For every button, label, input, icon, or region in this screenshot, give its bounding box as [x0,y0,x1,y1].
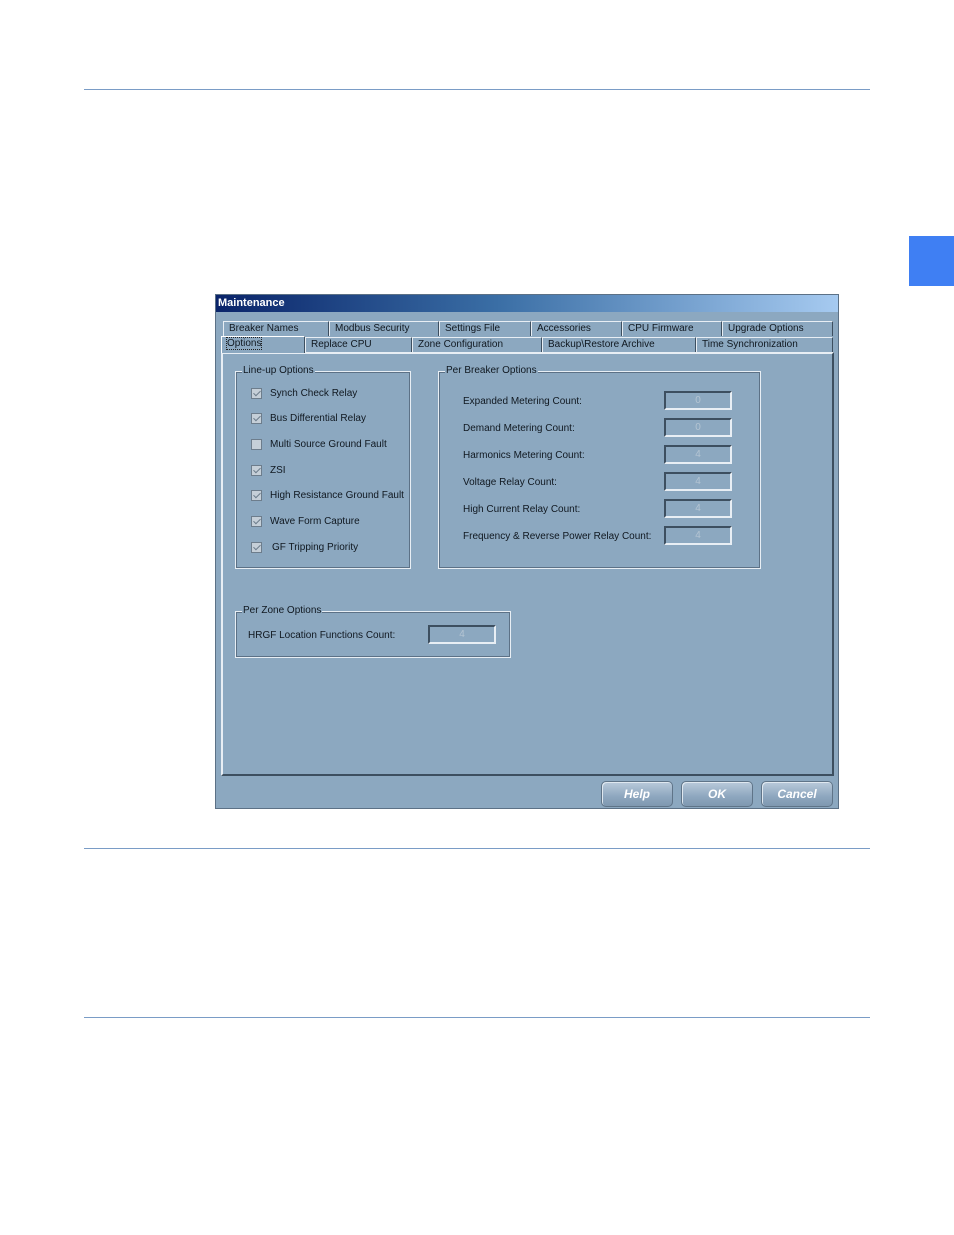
options-tab-panel: Line-up Options Synch Check Relay Bus Di… [221,352,834,776]
frequency-reverse-power-relay-count-field[interactable]: 4 [664,526,732,545]
per-breaker-options-group: Per Breaker Options Expanded Metering Co… [438,365,761,569]
tab-accessories[interactable]: Accessories [531,321,622,336]
bus-differential-relay-option[interactable]: Bus Differential Relay [251,411,366,425]
tab-options-label: Options [225,337,263,350]
harmonics-metering-count-label: Harmonics Metering Count: [463,450,585,461]
tab-modbus-security[interactable]: Modbus Security [329,321,439,336]
hrgf-location-functions-count-field[interactable]: 4 [428,625,496,644]
high-resistance-ground-fault-label: High Resistance Ground Fault [270,489,404,501]
harmonics-metering-count-field[interactable]: 4 [664,445,732,464]
tab-backup-restore-archive[interactable]: Backup\Restore Archive [542,337,696,352]
tab-cpu-firmware[interactable]: CPU Firmware [622,321,722,336]
expanded-metering-count-field[interactable]: 0 [664,391,732,410]
bottom-rule [84,1017,870,1018]
dialog-titlebar: Maintenance [216,295,838,312]
per-zone-options-group: Per Zone Options HRGF Location Functions… [235,605,511,658]
wave-form-capture-checkbox[interactable] [251,515,262,527]
middle-rule [84,848,870,849]
demand-metering-count-field[interactable]: 0 [664,418,732,437]
dialog-title: Maintenance [218,297,285,309]
multi-source-ground-fault-checkbox[interactable] [251,438,262,450]
frequency-reverse-power-relay-count-label: Frequency & Reverse Power Relay Count: [463,531,652,542]
tab-breaker-names[interactable]: Breaker Names [223,321,329,336]
tab-time-synchronization[interactable]: Time Synchronization [696,337,833,352]
zsi-label: ZSI [270,464,286,476]
high-current-relay-count-label: High Current Relay Count: [463,504,581,515]
wave-form-capture-option[interactable]: Wave Form Capture [251,514,360,528]
synch-check-relay-option[interactable]: Synch Check Relay [251,386,357,400]
zsi-checkbox[interactable] [251,464,262,476]
tab-replace-cpu[interactable]: Replace CPU [305,337,412,352]
help-button[interactable]: Help [601,781,673,807]
ok-button[interactable]: OK [681,781,753,807]
per-breaker-options-title: Per Breaker Options [445,365,538,377]
high-current-relay-count-field[interactable]: 4 [664,499,732,518]
hrgf-location-functions-count-label: HRGF Location Functions Count: [248,630,396,641]
tab-settings-file[interactable]: Settings File [439,321,531,336]
per-zone-options-title: Per Zone Options [242,605,323,617]
maintenance-dialog: Maintenance Breaker Names Modbus Securit… [215,294,839,809]
multi-source-ground-fault-option[interactable]: Multi Source Ground Fault [251,437,387,451]
tab-upgrade-options[interactable]: Upgrade Options [722,321,833,336]
synch-check-relay-label: Synch Check Relay [270,387,358,399]
high-resistance-ground-fault-checkbox[interactable] [251,489,262,501]
top-rule [84,89,870,90]
high-resistance-ground-fault-option[interactable]: High Resistance Ground Fault [251,488,404,502]
synch-check-relay-checkbox[interactable] [251,387,262,399]
zsi-option[interactable]: ZSI [251,463,286,477]
tab-options[interactable]: Options [221,336,305,353]
bus-differential-relay-label: Bus Differential Relay [270,412,366,424]
voltage-relay-count-label: Voltage Relay Count: [463,477,557,488]
cancel-button[interactable]: Cancel [761,781,833,807]
expanded-metering-count-label: Expanded Metering Count: [463,396,582,407]
tab-zone-configuration[interactable]: Zone Configuration [412,337,542,352]
gf-tripping-priority-label: GF Tripping Priority [272,541,359,553]
gf-tripping-priority-checkbox[interactable] [251,541,262,553]
demand-metering-count-label: Demand Metering Count: [463,423,575,434]
wave-form-capture-label: Wave Form Capture [270,515,360,527]
chapter-tab-marker [909,236,954,286]
multi-source-ground-fault-label: Multi Source Ground Fault [270,438,387,450]
voltage-relay-count-field[interactable]: 4 [664,472,732,491]
gf-tripping-priority-option[interactable]: GF Tripping Priority [251,540,358,554]
lineup-options-group: Line-up Options Synch Check Relay Bus Di… [235,365,411,569]
lineup-options-title: Line-up Options [242,365,315,377]
bus-differential-relay-checkbox[interactable] [251,412,262,424]
